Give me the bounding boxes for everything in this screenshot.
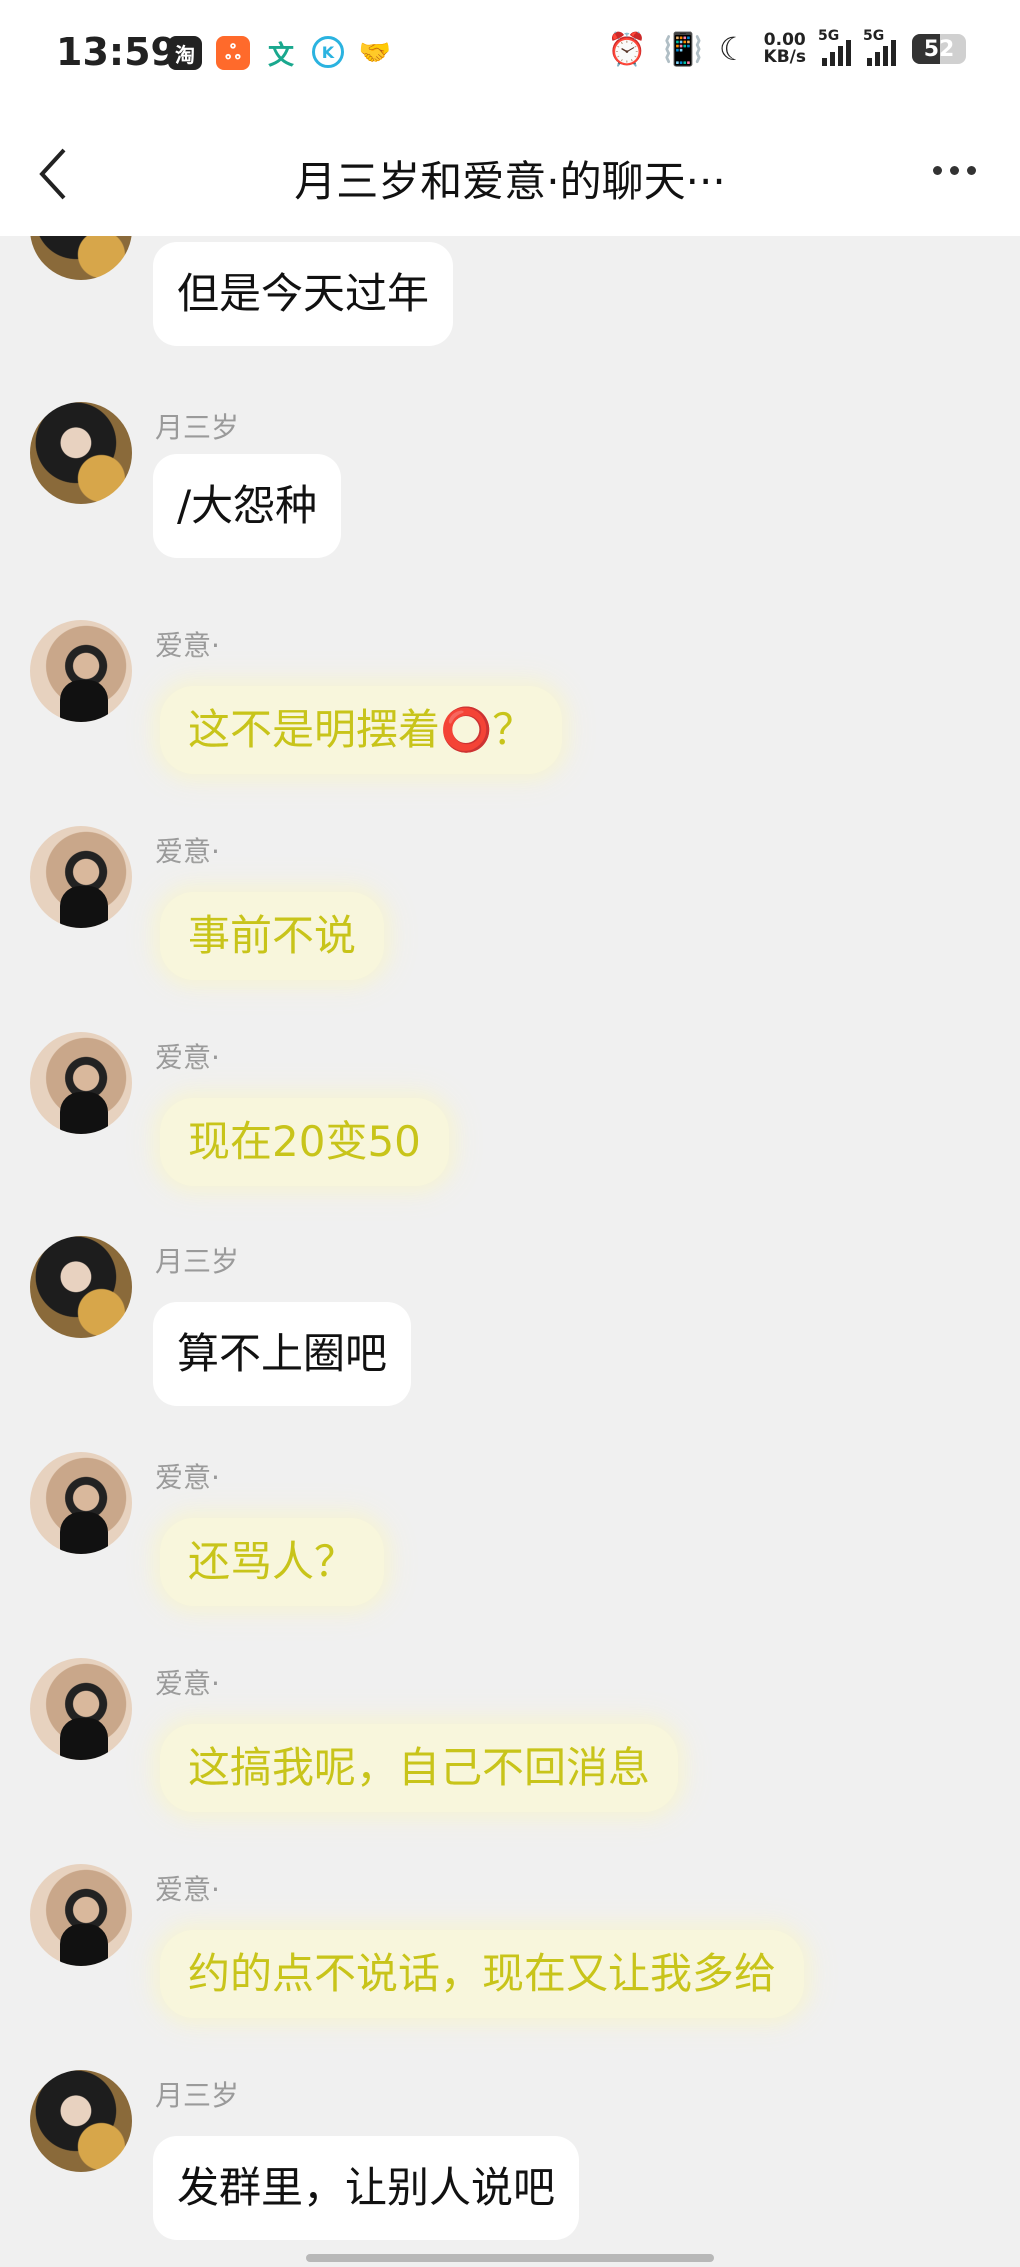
avatar[interactable] [30,2070,132,2172]
avatar[interactable] [30,620,132,722]
sender-name: 爱意· [155,835,220,868]
home-indicator[interactable] [306,2254,714,2262]
chat-list[interactable]: 但是今天过年 月三岁 /大怨种 爱意· 这不是明摆着⭕？ 爱意· 事前不说 爱意… [0,236,1020,2267]
vibrate-icon: 📳 [663,30,703,68]
sender-name: 爱意· [155,629,220,662]
message-bubble[interactable]: 现在20变50 [160,1098,449,1186]
moon-icon: ☾ [718,30,748,68]
message-bubble[interactable]: 还骂人？ [160,1518,385,1606]
chat-title: 月三岁和爱意·的聊天··· [294,157,726,206]
network-type-1: 5G [818,28,840,44]
message-bubble[interactable]: 算不上圈吧 [153,1302,412,1406]
status-time: 13:59 [56,30,177,74]
notification-icons: 淘 ஃ 文 K 🤝 [168,36,392,71]
message-bubble[interactable]: 约的点不说话，现在又让我多给 [160,1930,805,2018]
speed-unit: KB/s [763,47,806,67]
nav-bar: 月三岁和爱意·的聊天··· [0,110,1020,236]
network-type-2: 5G [863,28,885,44]
avatar[interactable] [30,1658,132,1760]
message-bubble[interactable]: 这搞我呢，自己不回消息 [160,1724,679,1812]
network-speed: 0.00 KB/s [764,32,806,66]
battery-icon: 52 [912,34,966,64]
signal-icon-2: 5G [863,28,896,66]
avatar[interactable] [30,1236,132,1338]
more-icon[interactable] [933,166,976,175]
avatar[interactable] [30,236,132,280]
message-bubble[interactable]: 但是今天过年 [153,242,454,346]
system-icons: ⏰ 📳 ☾ 0.00 KB/s 5G 5G 52 [607,28,966,68]
avatar[interactable] [30,1864,132,1966]
taobao-icon: 淘 [168,36,202,70]
app-orange-icon: ஃ [216,36,250,70]
message-bubble[interactable]: 事前不说 [160,892,385,980]
message-bubble[interactable]: 这不是明摆着⭕？ [160,686,563,774]
sender-name: 月三岁 [155,411,240,444]
sender-name: 月三岁 [155,1245,240,1278]
sender-name: 爱意· [155,1873,220,1906]
sender-name: 爱意· [155,1041,220,1074]
avatar[interactable] [30,826,132,928]
message-bubble[interactable]: /大怨种 [153,454,342,558]
wen-icon: 文 [267,40,294,71]
avatar[interactable] [30,1032,132,1134]
sender-name: 月三岁 [155,2079,240,2112]
k-icon: K [312,36,344,68]
sender-name: 爱意· [155,1667,220,1700]
battery-level: 52 [923,36,955,62]
sender-name: 爱意· [155,1461,220,1494]
message-bubble[interactable]: 发群里，让别人说吧 [153,2136,580,2240]
avatar[interactable] [30,402,132,504]
signal-icon-1: 5G [818,28,851,66]
avatar[interactable] [30,1452,132,1554]
status-bar: 13:59 淘 ஃ 文 K 🤝 ⏰ 📳 ☾ 0.00 KB/s 5G 5G 52 [0,0,1020,110]
handshake-icon: 🤝 [358,38,392,68]
alarm-icon: ⏰ [607,30,647,68]
